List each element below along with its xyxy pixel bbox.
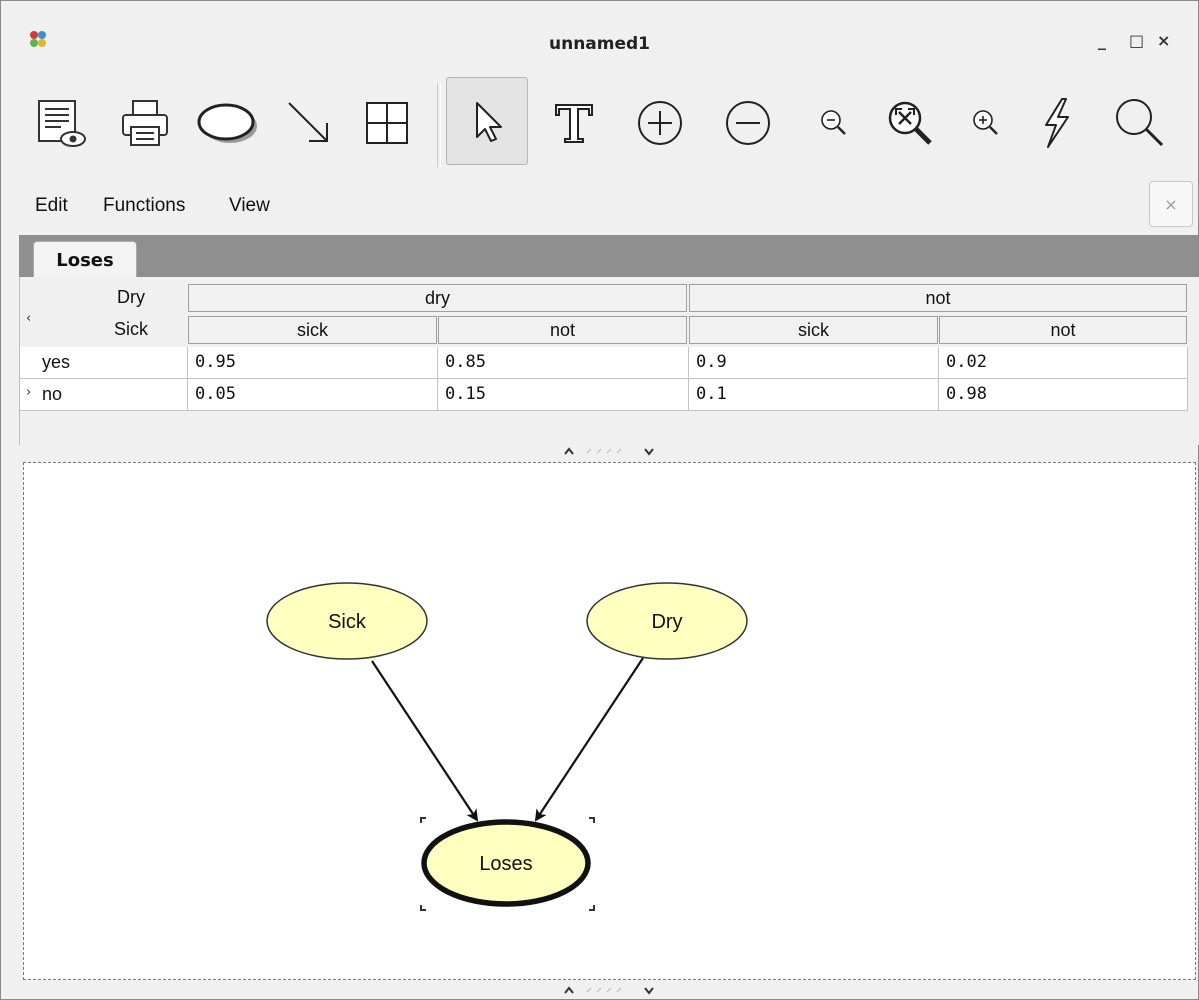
row-label-no: no	[20, 379, 188, 411]
table-button[interactable]	[355, 81, 419, 165]
print-icon	[122, 100, 168, 146]
search-icon	[1116, 99, 1164, 147]
node-loses-label: Loses	[479, 853, 532, 875]
menu-view[interactable]: View	[229, 195, 270, 217]
lightning-icon	[1045, 98, 1069, 148]
cpt-table: Dry dry not Sick sick not sick not yes 0…	[19, 277, 1199, 445]
edge-dry-to-loses[interactable]	[534, 657, 644, 822]
probability-cell[interactable]: 0.95	[188, 347, 438, 379]
table-icon	[366, 102, 408, 144]
parent1-value-header: dry	[188, 284, 687, 312]
scroll-right-icon[interactable]: ›	[26, 385, 31, 400]
app-window: unnamed1 _ □ × Edit Functions View × Los…	[0, 0, 1199, 1000]
add-icon	[638, 101, 682, 145]
probability-cell[interactable]: 0.05	[188, 379, 438, 411]
parent2-value-header: sick	[188, 316, 437, 344]
close-icon: ×	[1164, 194, 1178, 214]
zoom-in-icon	[973, 110, 998, 135]
select-tool-button[interactable]	[446, 77, 528, 165]
zoom-in-button[interactable]	[954, 81, 1018, 165]
tab-strip: Loses	[19, 235, 1198, 278]
node-sick[interactable]: Sick	[266, 582, 428, 660]
node-loses[interactable]: Loses	[421, 819, 591, 907]
parent1-value-header: not	[689, 284, 1187, 312]
edge-sick-to-loses[interactable]	[371, 660, 479, 822]
probability-cell[interactable]: 0.9	[689, 347, 939, 379]
tab-loses[interactable]: Loses	[33, 241, 137, 278]
splitter-handle[interactable]	[561, 445, 661, 460]
bottom-splitter-handle[interactable]	[561, 984, 661, 999]
toolbar-separator	[437, 83, 441, 167]
zoom-fit-button[interactable]	[878, 81, 942, 165]
probability-cell[interactable]: 0.98	[939, 379, 1188, 411]
parent2-value-header: not	[939, 316, 1187, 344]
close-button[interactable]: ×	[1157, 31, 1170, 50]
print-button[interactable]	[113, 81, 177, 165]
splitter-arrows-icon	[564, 447, 654, 456]
propagate-button[interactable]	[1024, 81, 1088, 165]
probability-cell[interactable]: 0.15	[438, 379, 689, 411]
add-node-button[interactable]	[195, 81, 259, 165]
splitter-arrows-icon	[564, 986, 654, 995]
zoom-out-button[interactable]	[802, 81, 866, 165]
parent2-label: Sick	[113, 319, 148, 339]
parent1-label: Dry	[117, 287, 145, 307]
row-label-yes: yes	[20, 347, 188, 379]
add-button[interactable]	[628, 81, 692, 165]
panel-close-button[interactable]: ×	[1149, 181, 1193, 227]
probability-cell[interactable]: 0.02	[939, 347, 1188, 379]
title-bar[interactable]: unnamed1 _ □ ×	[1, 1, 1198, 71]
graph-svg: Sick Dry Loses	[266, 582, 748, 911]
parent2-value-header: sick	[689, 316, 938, 344]
zoom-fit-icon	[888, 101, 932, 145]
search-button[interactable]	[1108, 81, 1172, 165]
pointer-icon	[476, 102, 502, 142]
window-title: unnamed1	[548, 34, 651, 54]
text-tool-icon	[555, 104, 593, 143]
zoom-out-icon	[821, 110, 846, 135]
text-tool-button[interactable]	[542, 81, 606, 165]
remove-icon	[726, 101, 770, 145]
maximize-button[interactable]: □	[1129, 31, 1144, 50]
preview-button[interactable]	[29, 81, 93, 165]
scroll-left-icon[interactable]: ‹	[26, 311, 31, 326]
menu-edit[interactable]: Edit	[35, 195, 68, 217]
preview-icon	[38, 100, 86, 147]
arrow-link-icon	[288, 102, 328, 142]
probability-cell[interactable]: 0.1	[689, 379, 939, 411]
node-sick-label: Sick	[328, 611, 367, 633]
parent2-value-header: not	[438, 316, 687, 344]
toolbar	[19, 75, 1198, 173]
probability-cell[interactable]: 0.85	[438, 347, 689, 379]
minimize-button[interactable]: _	[1098, 31, 1106, 50]
remove-button[interactable]	[716, 81, 780, 165]
node-dry[interactable]: Dry	[586, 582, 748, 660]
menu-functions[interactable]: Functions	[103, 195, 185, 217]
graph-canvas[interactable]: Sick Dry Loses	[23, 462, 1196, 980]
node-dry-label: Dry	[651, 611, 682, 633]
ellipse-node-icon	[197, 103, 257, 143]
add-link-button[interactable]	[277, 81, 341, 165]
